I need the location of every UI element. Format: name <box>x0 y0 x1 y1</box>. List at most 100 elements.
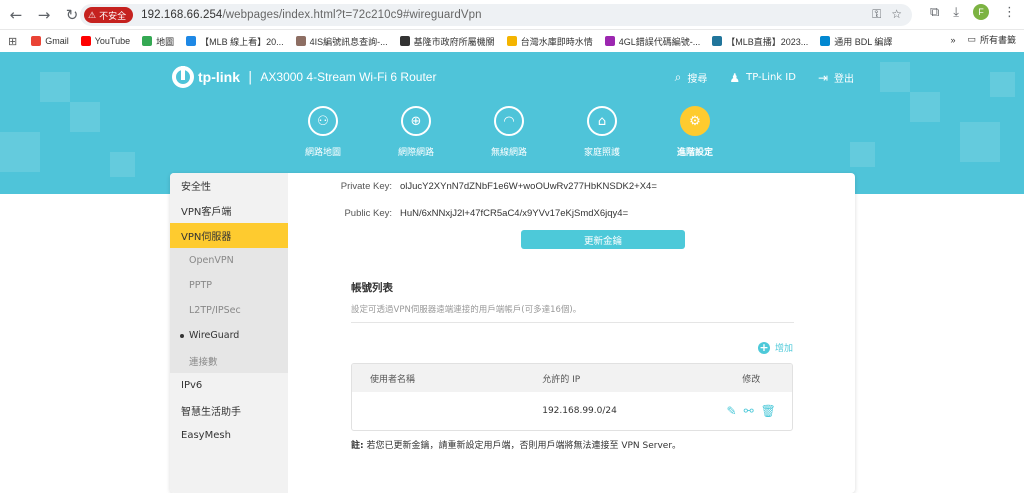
sidebar-item-vpn-client[interactable]: VPN客戶端 <box>170 198 288 223</box>
bookmark-item[interactable]: 通用 BDL 編譯 <box>820 35 892 48</box>
bookmark-favicon-icon <box>31 36 42 46</box>
home-care-icon: ⌂ <box>587 106 617 136</box>
menu-icon[interactable]: ⋮ <box>1003 5 1016 20</box>
sidebar-item-smart-life[interactable]: 智慧生活助手 <box>170 398 288 423</box>
warning-icon: ⚠ <box>88 9 97 20</box>
insecure-badge[interactable]: ⚠ 不安全 <box>84 7 134 23</box>
globe-icon: ⊕ <box>401 106 431 136</box>
tplink-logo-icon <box>172 66 194 88</box>
bookmark-item[interactable]: 基隆市政府所屬機關 <box>399 35 495 48</box>
sidebar-item-ipv6[interactable]: IPv6 <box>170 373 288 398</box>
public-key-label: Public Key: <box>344 208 392 219</box>
current-dot-icon <box>180 333 184 338</box>
logout-link[interactable]: ⇥ 登出 <box>818 70 854 86</box>
bookmark-label: 4GL錯誤代碼編號-... <box>618 36 701 47</box>
more-bookmarks-icon[interactable]: » <box>950 35 955 45</box>
bookmark-item[interactable]: Gmail <box>31 35 69 48</box>
avatar[interactable]: F <box>973 4 989 20</box>
sidebar-item-vpn-server[interactable]: VPN伺服器 <box>170 223 288 248</box>
table-row: 192.168.99.0/24 ✎ ⚯ 🗑 <box>352 392 792 430</box>
insecure-label: 不安全 <box>99 10 127 21</box>
bookmark-favicon-icon <box>80 36 91 46</box>
key-icon[interactable]: ⚿ <box>872 7 881 22</box>
public-key-value: HuN/6xNNxjJ2l+47fCR5aC4/x9YVv17eKjSmdX6j… <box>400 208 629 219</box>
private-key-label: Private Key: <box>340 181 392 192</box>
bookmark-favicon-icon <box>604 36 615 46</box>
sidebar-sub-pptp[interactable]: PPTP <box>170 273 288 298</box>
all-bookmarks-folder[interactable]: ▭ 所有書籤 <box>967 33 1016 46</box>
bookmark-label: 通用 BDL 編譯 <box>834 36 893 47</box>
header-modify: 修改 <box>742 374 761 385</box>
network-map-icon: ⚇ <box>308 106 338 136</box>
bookmark-label: 【MLB 線上看】20... <box>200 36 284 47</box>
address-bar[interactable]: ⚠ 不安全 192.168.66.254/webpages/index.html… <box>80 4 912 26</box>
main-nav: ⚇ 網路地圖 ⊕ 網際網路 ◠ 無線網路 ⌂ 家庭照護 ⚙ 進階設定 <box>300 106 718 158</box>
sidebar: 安全性 VPN客戶端 VPN伺服器 OpenVPN PPTP L2TP/IPSe… <box>170 173 288 493</box>
forward-icon[interactable]: → <box>32 3 56 27</box>
trash-icon[interactable]: 🗑 <box>761 404 776 418</box>
bookmark-label: YouTube <box>94 36 131 46</box>
bookmark-label: 台灣水庫即時水情 <box>520 36 593 47</box>
sidebar-sub-openvpn[interactable]: OpenVPN <box>170 248 288 273</box>
private-key-value: olJucY2XYnN7dZNbF1e6W+woOUwRv277HbKNSDK2… <box>400 181 657 192</box>
bookmark-label: 地圖 <box>156 36 175 47</box>
sidebar-sub-connections[interactable]: 連接數 <box>170 348 288 373</box>
brand-name: tp-link <box>198 69 240 85</box>
bookmark-star-icon[interactable]: ☆ <box>891 7 902 22</box>
download-icon[interactable]: ⤓ <box>953 5 959 20</box>
cell-actions: ✎ ⚯ 🗑 <box>710 404 792 418</box>
bookmarks-bar: ⊞ Gmail YouTube 地圖 【MLB 線上看】20... 4IS編號訊息查詢-… <box>0 30 1024 52</box>
account-list-description: 設定可透過VPN伺服器遠端連接的用戶端帳戶(可多達16個)。 <box>351 303 794 323</box>
bookmark-item[interactable]: 【MLB 線上看】20... <box>186 35 284 48</box>
note-prefix: 註: <box>351 441 364 451</box>
add-label: 增加 <box>775 344 794 354</box>
account-table: 使用者名稱 允許的 IP 修改 192.168.99.0/24 ✎ ⚯ 🗑 <box>351 363 793 431</box>
nav-home-care[interactable]: ⌂ 家庭照護 <box>579 106 625 158</box>
sidebar-sub-wireguard[interactable]: WireGuard <box>170 323 288 348</box>
extensions-icon[interactable]: ⧉ <box>930 5 939 20</box>
bookmark-item[interactable]: YouTube <box>80 35 131 48</box>
nav-network-map[interactable]: ⚇ 網路地圖 <box>300 106 346 158</box>
bookmark-favicon-icon <box>186 36 197 46</box>
user-icon: ♟ <box>729 70 741 85</box>
url-text[interactable]: 192.168.66.254/webpages/index.html?t=72c… <box>141 9 482 21</box>
url-host: 192.168.66.254 <box>141 9 223 21</box>
public-key-row: Public Key: HuN/6xNNxjJ2l+47fCR5aC4/x9YV… <box>288 208 628 219</box>
wifi-icon: ◠ <box>494 106 524 136</box>
note-text: 若您已更新金鑰，請重新設定用戶端，否則用戶端將無法連接至 VPN Server。 <box>363 441 682 451</box>
private-key-row: Private Key: olJucY2XYnN7dZNbF1e6W+woOUw… <box>288 181 657 192</box>
wireguard-panel: Private Key: olJucY2XYnN7dZNbF1e6W+woOUw… <box>288 173 855 493</box>
bookmark-favicon-icon <box>712 36 723 46</box>
bookmark-label: Gmail <box>45 36 69 46</box>
nav-internet[interactable]: ⊕ 網際網路 <box>393 106 439 158</box>
nav-advanced[interactable]: ⚙ 進階設定 <box>672 106 718 158</box>
sidebar-item-easymesh[interactable]: EasyMesh <box>170 423 288 448</box>
link-icon[interactable]: ⚯ <box>744 404 754 418</box>
bookmark-item[interactable]: 【MLB直播】2023... <box>712 35 808 48</box>
add-account-button[interactable]: + 增加 <box>758 341 793 354</box>
apps-grid-icon[interactable]: ⊞ <box>8 35 17 48</box>
bookmark-favicon-icon <box>142 36 153 46</box>
cell-allowed-ip: 192.168.99.0/24 <box>542 406 617 416</box>
search-icon: ⌕ <box>674 70 682 84</box>
back-icon[interactable]: ← <box>4 3 28 27</box>
bookmark-favicon-icon <box>820 36 831 46</box>
edit-icon[interactable]: ✎ <box>727 404 737 418</box>
bookmark-label: 基隆市政府所屬機關 <box>413 36 495 47</box>
bookmark-item[interactable]: 4GL錯誤代碼編號-... <box>604 35 701 48</box>
content-card: 安全性 VPN客戶端 VPN伺服器 OpenVPN PPTP L2TP/IPSe… <box>170 173 855 493</box>
bookmark-item[interactable]: 4IS編號訊息查詢-... <box>295 35 388 48</box>
refresh-keys-button[interactable]: 更新金鑰 <box>521 230 685 249</box>
sidebar-item-security[interactable]: 安全性 <box>170 173 288 198</box>
plus-circle-icon: + <box>758 341 770 354</box>
sidebar-sub-l2tp[interactable]: L2TP/IPSec <box>170 298 288 323</box>
brand-logo: tp-link | AX3000 4-Stream Wi-Fi 6 Router <box>172 66 436 88</box>
bookmark-item[interactable]: 台灣水庫即時水情 <box>506 35 593 48</box>
router-model: AX3000 4-Stream Wi-Fi 6 Router <box>260 70 437 84</box>
nav-wireless[interactable]: ◠ 無線網路 <box>486 106 532 158</box>
header-username: 使用者名稱 <box>370 374 416 385</box>
search-link[interactable]: ⌕ 搜尋 <box>675 70 708 85</box>
bookmark-favicon-icon <box>399 36 410 46</box>
bookmark-item[interactable]: 地圖 <box>142 35 174 48</box>
tplink-id-link[interactable]: ♟ TP-Link ID <box>729 70 796 85</box>
